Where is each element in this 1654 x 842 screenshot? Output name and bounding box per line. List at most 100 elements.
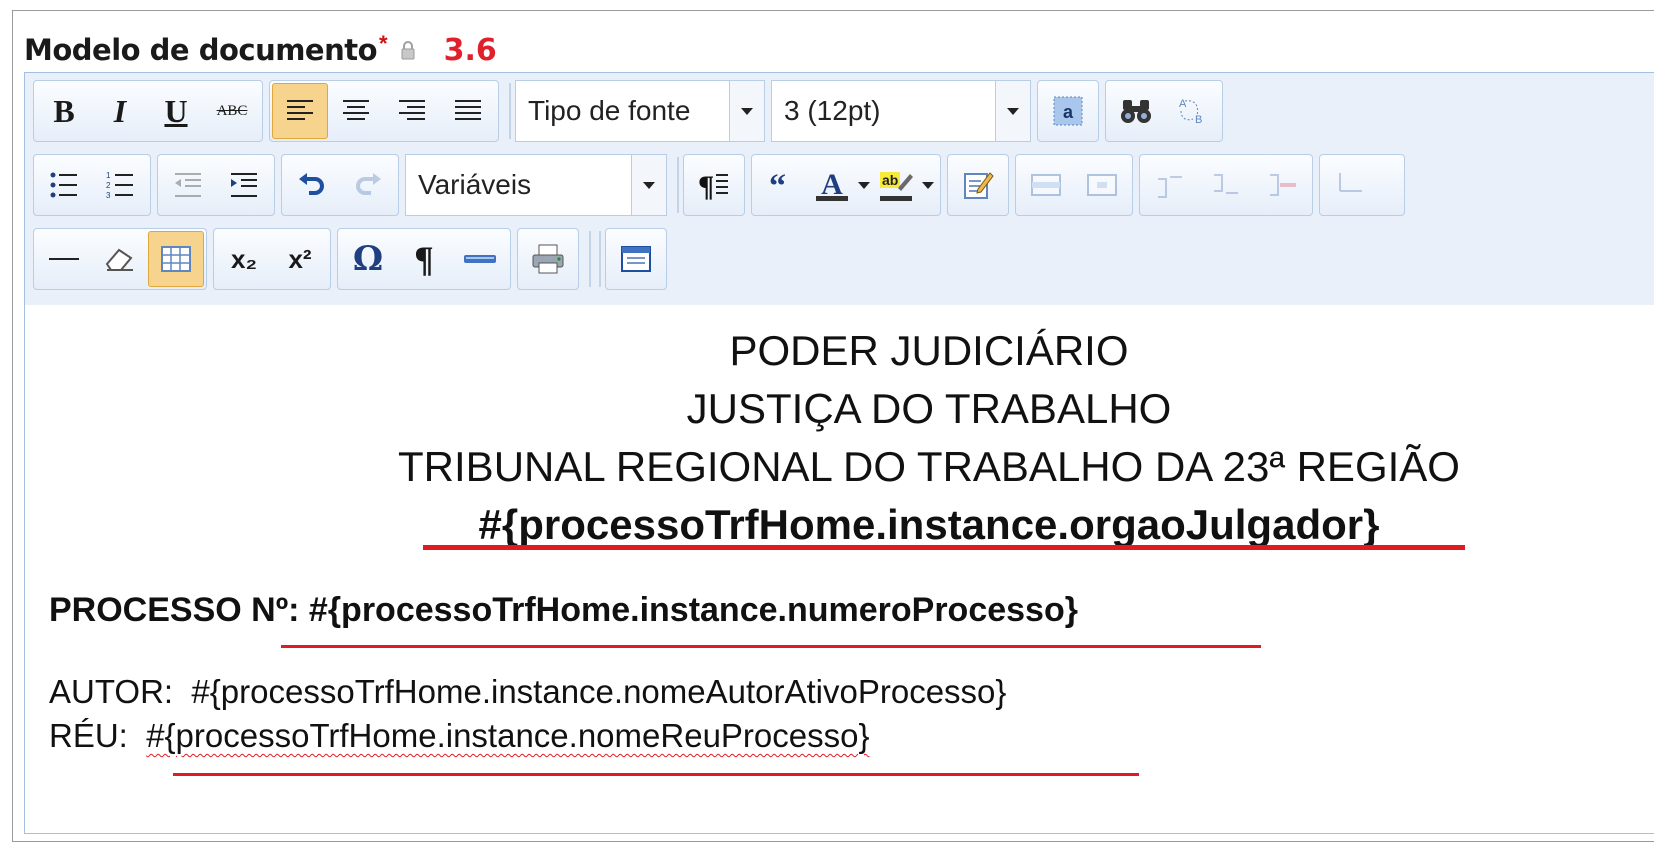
print-button[interactable] — [520, 231, 576, 287]
underline-button[interactable]: U — [148, 83, 204, 139]
non-breaking-space-button[interactable] — [452, 231, 508, 287]
header-line-3: TRIBUNAL REGIONAL DO TRABALHO DA 23ª REG… — [398, 443, 1460, 490]
header-line-2: JUSTIÇA DO TRABALHO — [686, 385, 1172, 432]
table-cell-icon — [1087, 174, 1117, 196]
svg-text:ab: ab — [882, 172, 898, 188]
editor-toolbar: B I U ABC Tipo de fonte 3 (12pt) a A B 1… — [25, 73, 1654, 306]
indent-group — [157, 154, 275, 216]
processo-value: #{processoTrfHome.instance.numeroProcess… — [308, 591, 1078, 629]
font-size-select[interactable]: 3 (12pt) — [771, 80, 1031, 142]
highlight-color-dropdown[interactable] — [918, 157, 938, 213]
chevron-down-icon[interactable] — [729, 81, 764, 141]
bold-button[interactable]: B — [36, 83, 92, 139]
find-button[interactable] — [1108, 83, 1164, 139]
font-type-value: Tipo de fonte — [528, 95, 691, 126]
header-line-1: PODER JUDICIÁRIO — [729, 327, 1129, 374]
variables-value: Variáveis — [418, 169, 532, 200]
version-annotation: 3.6 — [443, 32, 497, 68]
autor-value: #{processoTrfHome.instance.nomeAutorAtiv… — [191, 673, 1007, 710]
subscript-button[interactable]: x₂ — [216, 231, 272, 287]
highlight-color-button[interactable]: ab — [874, 157, 918, 213]
chevron-down-icon — [858, 181, 870, 189]
strikethrough-button[interactable]: ABC — [204, 83, 260, 139]
show-invisible-button[interactable]: ¶ — [396, 231, 452, 287]
redo-button[interactable] — [340, 157, 396, 213]
insert-row-after-icon — [1214, 174, 1238, 194]
svg-text:B: B — [1195, 114, 1202, 126]
nbsp-icon — [464, 255, 496, 263]
font-size-value: 3 (12pt) — [784, 95, 881, 126]
select-all-icon: a — [1053, 96, 1083, 126]
indent-button[interactable] — [216, 157, 272, 213]
formatting-group: “ A ab — [751, 154, 941, 216]
toolbar-row-1: B I U ABC Tipo de fonte 3 (12pt) a A B — [33, 79, 1229, 143]
redo-icon — [356, 173, 381, 195]
fullscreen-button[interactable] — [608, 231, 664, 287]
undo-button[interactable] — [284, 157, 340, 213]
undo-icon — [299, 173, 324, 195]
paragraph-direction-button[interactable]: ¶ — [686, 157, 742, 213]
italic-button[interactable]: I — [92, 83, 148, 139]
numbered-list-button[interactable]: 123 — [92, 157, 148, 213]
chevron-down-icon[interactable] — [631, 155, 666, 215]
autor-line: AUTOR: #{processoTrfHome.instance.nomeAu… — [49, 673, 1006, 711]
editor-content[interactable]: PODER JUDICIÁRIO JUSTIÇA DO TRABALHO TRI… — [25, 305, 1654, 833]
horizontal-rule-button[interactable] — [36, 231, 92, 287]
align-left-button[interactable] — [272, 83, 328, 139]
indent-icon — [231, 173, 257, 197]
svg-text:a: a — [1063, 102, 1074, 122]
toggle-table-guides-button[interactable] — [148, 231, 204, 287]
variables-select[interactable]: Variáveis — [405, 154, 667, 216]
edit-group — [947, 154, 1009, 216]
special-group: Ω ¶ — [337, 228, 511, 290]
chevron-down-icon[interactable] — [995, 81, 1030, 141]
numbered-list-icon: 123 — [106, 171, 133, 200]
processo-line: PROCESSO Nº: #{processoTrfHome.instance.… — [49, 591, 1078, 630]
reu-value: #{processoTrfHome.instance.nomeReuProces… — [146, 717, 870, 754]
toolbar-separator — [677, 157, 679, 213]
align-center-button[interactable] — [328, 83, 384, 139]
blockquote-button[interactable]: “ — [754, 157, 810, 213]
toolbar-separator — [599, 231, 601, 287]
toolbar-row-3: x₂ x² Ω ¶ — [33, 227, 673, 291]
table-col-group — [1319, 154, 1405, 216]
insert-col-button[interactable] — [1322, 157, 1378, 213]
svg-text:A: A — [1179, 98, 1187, 110]
superscript-button[interactable]: x² — [272, 231, 328, 287]
outdent-button[interactable] — [160, 157, 216, 213]
history-group — [281, 154, 399, 216]
field-label: Modelo de documento — [24, 33, 378, 67]
annotation-underline — [423, 545, 1465, 550]
justify-icon — [455, 100, 481, 120]
script-group: x₂ x² — [213, 228, 331, 290]
font-color-button[interactable]: A — [810, 157, 854, 213]
table-cell-props-button[interactable] — [1074, 157, 1130, 213]
toolbar-separator — [589, 231, 591, 287]
font-color-dropdown[interactable] — [854, 157, 874, 213]
align-right-button[interactable] — [384, 83, 440, 139]
insert-row-after-button[interactable] — [1198, 157, 1254, 213]
printer-icon — [532, 244, 564, 274]
insert-column-icon — [1339, 173, 1362, 192]
search-group: AB — [1105, 80, 1223, 142]
edit-css-button[interactable] — [950, 157, 1006, 213]
bullet-list-icon — [50, 172, 77, 198]
insert-row-before-button[interactable] — [1142, 157, 1198, 213]
bullet-list-button[interactable] — [36, 157, 92, 213]
field-label-row: Modelo de documento * 3.6 — [24, 31, 497, 68]
table-guides-icon — [161, 246, 191, 272]
justify-button[interactable] — [440, 83, 496, 139]
table-row-icon — [1031, 174, 1061, 196]
remove-format-button[interactable] — [92, 231, 148, 287]
align-center-icon — [343, 100, 369, 120]
table-row-props-button[interactable] — [1018, 157, 1074, 213]
svg-text:“: “ — [769, 171, 786, 199]
select-all-button[interactable]: a — [1040, 83, 1096, 139]
replace-button[interactable]: AB — [1164, 83, 1220, 139]
paragraph-dir-group: ¶ — [683, 154, 745, 216]
font-type-select[interactable]: Tipo de fonte — [515, 80, 765, 142]
delete-row-button[interactable] — [1254, 157, 1310, 213]
fullscreen-icon — [621, 246, 651, 272]
insert-group — [33, 228, 207, 290]
special-char-button[interactable]: Ω — [340, 231, 396, 287]
